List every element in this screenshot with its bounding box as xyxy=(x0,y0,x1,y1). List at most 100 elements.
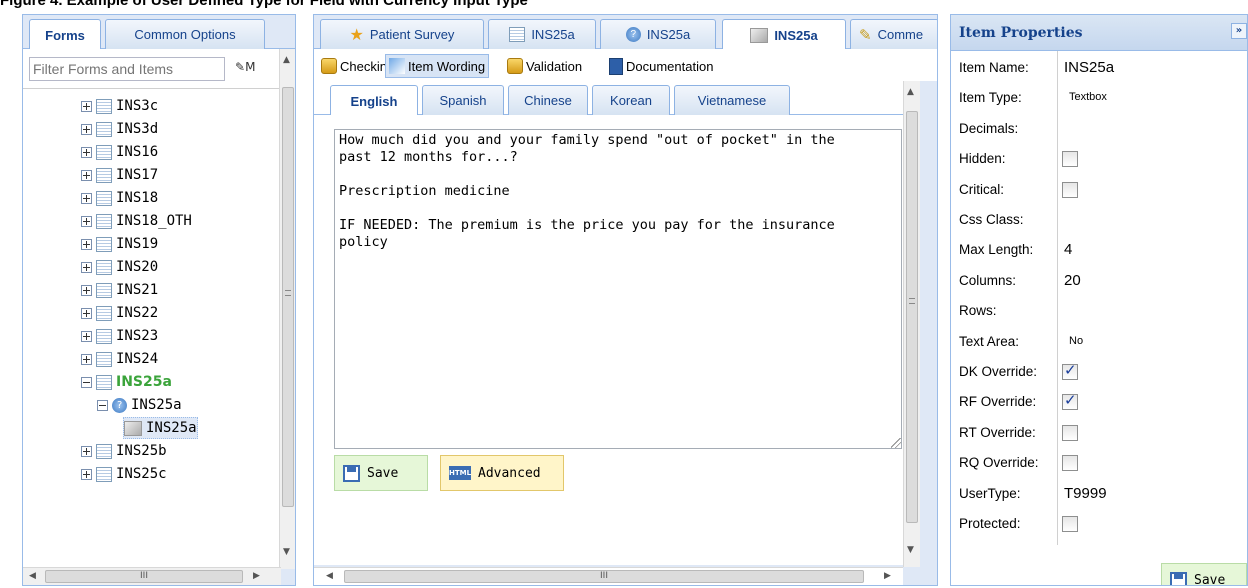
advanced-button[interactable]: HTML Advanced xyxy=(440,455,564,491)
filter-input[interactable] xyxy=(29,57,225,81)
tab-ins25a-item[interactable]: INS25a xyxy=(722,19,846,50)
tree-node-label: INS18_OTH xyxy=(116,213,192,229)
scroll-down-arrow-icon[interactable]: ▼ xyxy=(283,547,290,557)
property-value[interactable]: Textbox xyxy=(1069,91,1107,103)
scroll-thumb[interactable] xyxy=(906,111,918,523)
expand-icon[interactable] xyxy=(81,353,92,365)
tab-common-options[interactable]: Common Options xyxy=(105,19,265,49)
expand-icon[interactable] xyxy=(81,284,92,296)
tab-ins25a-form[interactable]: INS25a xyxy=(488,19,596,49)
expand-icon[interactable] xyxy=(81,215,92,227)
scroll-right-arrow-icon[interactable]: ▶ xyxy=(253,571,260,581)
validation-button[interactable]: Validation xyxy=(504,54,585,78)
property-value[interactable]: 20 xyxy=(1064,272,1081,289)
expand-icon[interactable] xyxy=(81,445,92,457)
cube-icon xyxy=(124,420,142,436)
checkin-button[interactable]: Checkin xyxy=(318,54,390,78)
wording-textarea[interactable]: How much did you and your family spend "… xyxy=(334,129,902,449)
property-key: Hidden: xyxy=(959,151,1006,167)
scroll-up-arrow-icon[interactable]: ▲ xyxy=(907,87,914,97)
tree-node[interactable]: INS17 xyxy=(81,164,158,186)
tree-node[interactable]: INS19 xyxy=(81,233,158,255)
expand-icon[interactable] xyxy=(81,100,92,112)
property-value[interactable]: INS25a xyxy=(1064,59,1114,76)
tree-node[interactable]: INS25b xyxy=(81,440,167,462)
property-checkbox[interactable] xyxy=(1062,455,1078,472)
tab-label: Patient Survey xyxy=(369,27,455,42)
tab-patient-survey[interactable]: ★ Patient Survey xyxy=(320,19,484,49)
scroll-right-arrow-icon[interactable]: ▶ xyxy=(884,571,891,581)
property-checkbox[interactable] xyxy=(1062,424,1078,441)
property-value[interactable]: No xyxy=(1069,335,1083,347)
tree-node[interactable]: INS18 xyxy=(81,187,158,209)
left-tabstrip: Forms Common Options xyxy=(23,15,295,50)
property-row: Text Area: No xyxy=(951,327,1247,357)
tree-node[interactable]: INS3c xyxy=(81,95,158,117)
tab-vietnamese[interactable]: Vietnamese xyxy=(674,85,790,115)
property-value[interactable]: 4 xyxy=(1064,241,1072,258)
expand-icon[interactable] xyxy=(81,169,92,181)
tab-english[interactable]: English xyxy=(330,85,418,116)
scroll-left-arrow-icon[interactable]: ◀ xyxy=(326,571,333,581)
property-checkbox[interactable] xyxy=(1062,151,1078,168)
expand-icon[interactable] xyxy=(81,330,92,342)
tree-horizontal-scrollbar[interactable]: ◀ III ▶ xyxy=(23,567,281,585)
tree-node[interactable]: INS25a xyxy=(81,371,172,393)
editor-horizontal-scrollbar[interactable]: ◀ III ▶ xyxy=(314,567,903,585)
expand-icon[interactable] xyxy=(81,123,92,135)
item-wording-button[interactable]: Item Wording xyxy=(385,54,490,78)
property-value[interactable]: T9999 xyxy=(1064,485,1107,502)
properties-save-button[interactable]: Save xyxy=(1161,563,1247,585)
property-row: RF Override: xyxy=(951,387,1247,417)
expand-icon[interactable] xyxy=(81,468,92,480)
property-row: Css Class: xyxy=(951,205,1247,235)
scroll-up-arrow-icon[interactable]: ▲ xyxy=(283,55,290,65)
collapse-icon[interactable] xyxy=(97,399,108,411)
property-key: Decimals: xyxy=(959,120,1019,136)
documentation-button[interactable]: Documentation xyxy=(606,54,716,78)
form-icon xyxy=(96,236,112,252)
property-row: Hidden: xyxy=(951,144,1247,174)
hscroll-thumb[interactable]: III xyxy=(45,570,243,583)
tree-node-label: INS19 xyxy=(116,236,159,252)
expand-icon[interactable] xyxy=(81,238,92,250)
editor-vertical-scrollbar[interactable]: ▲ ▼ xyxy=(903,81,920,567)
scroll-thumb[interactable] xyxy=(282,87,294,507)
hscroll-thumb[interactable]: III xyxy=(344,570,864,583)
collapse-button[interactable]: » xyxy=(1231,23,1247,39)
expand-icon[interactable] xyxy=(81,307,92,319)
documentation-label: Documentation xyxy=(626,58,714,74)
tree-node[interactable]: INS20 xyxy=(81,256,158,278)
scroll-left-arrow-icon[interactable]: ◀ xyxy=(29,571,36,581)
expand-icon[interactable] xyxy=(81,146,92,158)
tree-vertical-scrollbar[interactable]: ▲ ▼ xyxy=(279,49,295,569)
tree-node[interactable]: INS16 xyxy=(81,141,158,163)
save-button[interactable]: Save xyxy=(334,455,428,491)
tree-node[interactable]: INS25c xyxy=(81,463,167,485)
tab-comments[interactable]: ✎ Comme xyxy=(850,19,937,49)
tree-node[interactable]: INS21 xyxy=(81,279,158,301)
tree-node[interactable]: INS24 xyxy=(81,348,158,370)
property-checkbox[interactable] xyxy=(1062,181,1078,198)
property-checkbox[interactable] xyxy=(1062,391,1078,411)
tab-korean[interactable]: Korean xyxy=(592,85,670,115)
scroll-down-arrow-icon[interactable]: ▼ xyxy=(907,545,914,555)
property-checkbox[interactable] xyxy=(1062,361,1078,380)
property-row: Max Length: 4 xyxy=(951,235,1247,265)
tab-ins25a-question[interactable]: ? INS25a xyxy=(600,19,716,49)
collapse-icon[interactable] xyxy=(81,376,92,388)
resize-grip-icon[interactable] xyxy=(891,438,901,448)
tree-node[interactable]: INS22 xyxy=(81,302,158,324)
property-checkbox[interactable] xyxy=(1062,516,1078,532)
tree-node[interactable]: INS23 xyxy=(81,325,158,347)
tree-node[interactable]: INS3d xyxy=(81,118,158,140)
tree-node[interactable]: INS25a xyxy=(123,417,198,439)
expand-icon[interactable] xyxy=(81,261,92,273)
tree-node[interactable]: ? INS25a xyxy=(97,394,182,416)
expand-icon[interactable] xyxy=(81,192,92,204)
tab-chinese[interactable]: Chinese xyxy=(508,85,588,115)
filter-menu-button[interactable]: ✎M xyxy=(235,60,271,74)
tab-forms[interactable]: Forms xyxy=(29,19,101,50)
tree-node[interactable]: INS18_OTH xyxy=(81,210,192,232)
tab-spanish[interactable]: Spanish xyxy=(422,85,504,115)
